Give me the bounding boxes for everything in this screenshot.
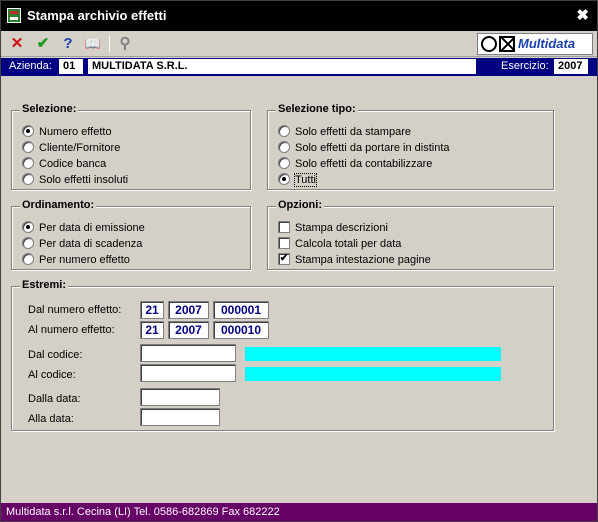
radio-data-emissione[interactable]: Per data di emissione — [22, 221, 145, 235]
esercizio-value: 2007 — [554, 59, 588, 74]
toolbar-separator — [109, 36, 110, 52]
radio-button[interactable] — [278, 157, 290, 170]
radio-button[interactable] — [278, 173, 290, 186]
help-icon[interactable]: ? — [58, 35, 78, 53]
radio-button[interactable] — [22, 125, 34, 138]
book-icon[interactable]: 📖 — [83, 35, 103, 53]
option-label: Tutti — [294, 173, 317, 187]
dal-serie-field[interactable]: 21 — [140, 301, 164, 319]
checkbox[interactable] — [278, 221, 290, 234]
dal-codice-field[interactable] — [140, 344, 236, 362]
option-label: Calcola totali per data — [295, 238, 402, 250]
dialog-window: Stampa archivio effetti ✖ ✕ ✔ ? 📖 ⚲ Mult… — [0, 0, 598, 522]
ordinamento-group: Ordinamento: Per data di emissione Per d… — [11, 199, 251, 270]
option-label: Solo effetti da contabilizzare — [295, 158, 433, 170]
app-icon — [7, 8, 21, 23]
al-codice-field[interactable] — [140, 364, 236, 382]
option-label: Per data di emissione — [39, 222, 145, 234]
radio-codice-banca[interactable]: Codice banca — [22, 157, 106, 171]
binoculars-icon[interactable]: ⚲ — [115, 35, 135, 53]
selezione-title: Selezione: — [20, 103, 79, 115]
option-label: Stampa descrizioni — [295, 222, 388, 234]
cancel-icon[interactable]: ✕ — [7, 35, 27, 53]
option-label: Per numero effetto — [39, 254, 130, 266]
logo-text: Multidata — [518, 36, 576, 51]
radio-button[interactable] — [22, 253, 34, 266]
ordinamento-title: Ordinamento: — [20, 199, 97, 211]
al-anno-field[interactable]: 2007 — [168, 321, 209, 339]
radio-button[interactable] — [22, 157, 34, 170]
selezione-group: Selezione: Numero effetto Cliente/Fornit… — [11, 103, 251, 190]
alla-data-field[interactable] — [140, 408, 220, 426]
check-calcola-totali[interactable]: Calcola totali per data — [278, 237, 401, 251]
radio-button[interactable] — [22, 221, 34, 234]
radio-numero-effetto-ord[interactable]: Per numero effetto — [22, 253, 130, 267]
al-codice-label: Al codice: — [28, 369, 76, 381]
dal-anno-field[interactable]: 2007 — [168, 301, 209, 319]
radio-da-contabilizzare[interactable]: Solo effetti da contabilizzare — [278, 157, 432, 171]
option-label: Cliente/Fornitore — [39, 142, 121, 154]
selezione-tipo-title: Selezione tipo: — [276, 103, 358, 115]
title-bar[interactable]: Stampa archivio effetti ✖ — [1, 1, 597, 31]
multidata-logo: Multidata — [477, 33, 593, 55]
radio-button[interactable] — [22, 141, 34, 154]
radio-numero-effetto[interactable]: Numero effetto — [22, 125, 112, 139]
al-numero-field[interactable]: 000010 — [213, 321, 269, 339]
dal-codice-description — [245, 347, 501, 361]
dalla-data-field[interactable] — [140, 388, 220, 406]
radio-button[interactable] — [22, 237, 34, 250]
option-label: Solo effetti da stampare — [295, 126, 411, 138]
estremi-title: Estremi: — [20, 279, 69, 291]
option-label: Solo effetti da portare in distinta — [295, 142, 450, 154]
dal-numero-label: Dal numero effetto: — [28, 304, 122, 316]
radio-cliente-fornitore[interactable]: Cliente/Fornitore — [22, 141, 120, 155]
check-stampa-descrizioni[interactable]: Stampa descrizioni — [278, 221, 388, 235]
radio-button[interactable] — [22, 173, 34, 186]
option-label: Numero effetto — [39, 126, 112, 138]
radio-da-portare-distinta[interactable]: Solo effetti da portare in distinta — [278, 141, 450, 155]
check-stampa-intestazione[interactable]: ✔ Stampa intestazione pagine — [278, 253, 431, 267]
azienda-name: MULTIDATA S.R.L. — [88, 59, 476, 74]
option-label: Per data di scadenza — [39, 238, 143, 250]
status-bar: Multidata s.r.l. Cecina (LI) Tel. 0586-6… — [1, 503, 597, 521]
radio-tutti[interactable]: Tutti — [278, 173, 317, 187]
option-label: Codice banca — [39, 158, 107, 170]
dal-codice-label: Dal codice: — [28, 349, 83, 361]
al-numero-label: Al numero effetto: — [28, 324, 115, 336]
radio-da-stampare[interactable]: Solo effetti da stampare — [278, 125, 411, 139]
al-codice-description — [245, 367, 501, 381]
radio-button[interactable] — [278, 125, 290, 138]
al-serie-field[interactable]: 21 — [140, 321, 164, 339]
logo-box-icon — [499, 36, 515, 52]
toolbar: ✕ ✔ ? 📖 ⚲ Multidata — [1, 31, 597, 57]
alla-data-label: Alla data: — [28, 413, 74, 425]
esercizio-label: Esercizio: — [501, 60, 549, 72]
dal-numero-field[interactable]: 000001 — [213, 301, 269, 319]
checkbox[interactable] — [278, 237, 290, 250]
estremi-group: Estremi: Dal numero effetto: 21 2007 000… — [11, 279, 554, 431]
selezione-tipo-group: Selezione tipo: Solo effetti da stampare… — [267, 103, 554, 190]
checkbox-checked[interactable]: ✔ — [278, 253, 290, 266]
window-title: Stampa archivio effetti — [27, 8, 167, 23]
option-label: Stampa intestazione pagine — [295, 254, 431, 266]
radio-solo-insoluti[interactable]: Solo effetti insoluti — [22, 173, 128, 187]
opzioni-group: Opzioni: Stampa descrizioni Calcola tota… — [267, 199, 554, 270]
logo-circle-icon — [481, 36, 497, 52]
close-icon[interactable]: ✖ — [576, 6, 589, 24]
azienda-label: Azienda: — [9, 60, 52, 72]
company-bar: Azienda: 01 MULTIDATA S.R.L. Esercizio: … — [1, 58, 597, 76]
radio-button[interactable] — [278, 141, 290, 154]
opzioni-title: Opzioni: — [276, 199, 324, 211]
option-label: Solo effetti insoluti — [39, 174, 129, 186]
azienda-code: 01 — [59, 59, 83, 74]
dalla-data-label: Dalla data: — [28, 393, 81, 405]
confirm-icon[interactable]: ✔ — [33, 35, 53, 53]
radio-data-scadenza[interactable]: Per data di scadenza — [22, 237, 142, 251]
